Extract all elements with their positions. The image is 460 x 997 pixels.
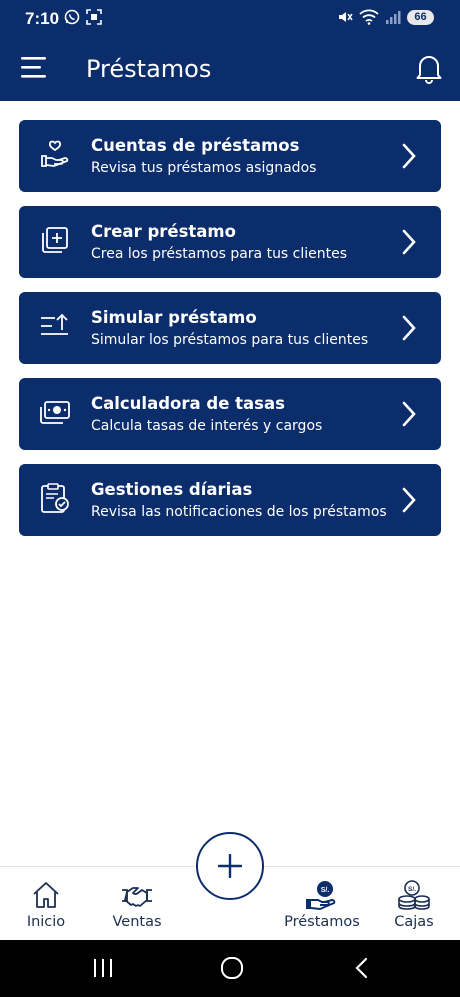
chevron-right-icon [402,487,416,513]
signal-icon [386,11,401,24]
chevron-right-icon [402,143,416,169]
nav-label: Cajas [394,914,434,930]
menu-card-cuentas-prestamos[interactable]: Cuentas de préstamos Revisa tus préstamo… [19,120,441,192]
menu-card-subtitle: Revisa las notificaciones de los préstam… [91,504,387,520]
loan-menu-list: Cuentas de préstamos Revisa tus préstamo… [19,120,441,550]
menu-card-title: Calculadora de tasas [91,394,285,413]
mute-icon [339,12,353,22]
menu-card-title: Simular préstamo [91,308,257,327]
recent-apps-icon[interactable] [91,957,115,979]
menu-card-title: Gestiones díarias [91,480,253,499]
menu-card-subtitle: Calcula tasas de interés y cargos [91,418,323,434]
wifi-icon [359,9,379,25]
nav-item-ventas[interactable]: Ventas [105,867,169,941]
currency-badge: S/. [408,886,416,893]
menu-card-crear-prestamo[interactable]: Crear préstamo Crea los préstamos para t… [19,206,441,278]
chevron-right-icon [402,315,416,341]
page-title: Préstamos [86,55,212,83]
status-time: 7:10 [25,9,60,28]
coins-icon: S/. [398,880,430,910]
app-bar: Préstamos [0,36,460,101]
whatsapp-icon [64,9,80,25]
nav-label: Ventas [112,914,162,930]
add-fab-button[interactable] [196,832,264,900]
menu-card-subtitle: Simular los préstamos para tus clientes [91,332,369,348]
handshake-icon [122,887,152,907]
add-copy-icon [42,227,68,253]
currency-badge: S/. [321,887,330,894]
app-header: 7:10 66 Préstamos [0,0,460,101]
menu-card-simular-prestamo[interactable]: Simular préstamo Simular los préstamos p… [19,292,441,364]
status-bar: 7:10 66 [0,0,460,36]
hand-heart-icon [41,140,69,167]
battery-indicator: 66 [407,9,434,25]
chevron-right-icon [402,229,416,255]
plus-icon [218,854,242,878]
menu-card-calculadora-tasas[interactable]: Calculadora de tasas Calcula tasas de in… [19,378,441,450]
menu-card-title: Cuentas de préstamos [91,136,300,155]
clipboard-check-icon [41,483,69,513]
back-icon[interactable] [352,957,372,979]
system-navigation-bar [0,940,460,997]
nav-label: Inicio [26,914,66,930]
cash-icon [40,401,70,424]
nav-item-prestamos[interactable]: S/. Préstamos [284,867,360,941]
bell-icon[interactable] [414,52,444,84]
sort-up-icon [41,313,68,335]
menu-card-title: Crear préstamo [91,222,236,241]
home-icon [33,882,59,908]
menu-card-subtitle: Revisa tus préstamos asignados [91,160,317,176]
menu-card-subtitle: Crea los préstamos para tus clientes [91,246,348,262]
loan-hand-icon: S/. [306,881,336,910]
chevron-right-icon [402,401,416,427]
nav-item-inicio[interactable]: Inicio [14,867,78,941]
screenshot-icon [86,9,102,25]
menu-card-gestiones-diarias[interactable]: Gestiones díarias Revisa las notificacio… [19,464,441,536]
nav-label: Préstamos [284,914,360,930]
hamburger-menu-icon[interactable] [20,54,47,81]
nav-item-cajas[interactable]: S/. Cajas [382,867,446,941]
home-button-icon[interactable] [220,957,244,979]
